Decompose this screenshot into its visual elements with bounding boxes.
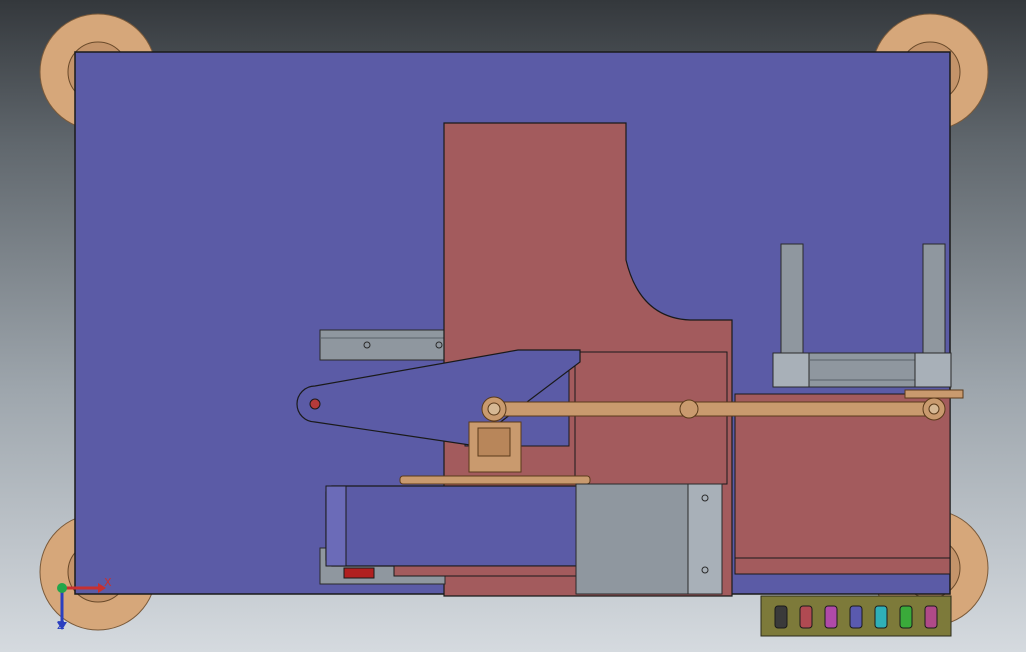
column-block[interactable] [574,351,728,485]
left-rail[interactable] [319,329,446,361]
triad-z-label: Z [57,619,65,632]
right-housing[interactable] [734,393,951,575]
connector-strip[interactable] [760,595,952,637]
lever-pivot-icon [309,398,321,410]
cad-viewport[interactable] [0,0,1026,652]
support-bracket[interactable] [575,483,723,595]
triad-x-label: X [104,576,112,589]
coordinate-triad: X Z [48,572,118,638]
